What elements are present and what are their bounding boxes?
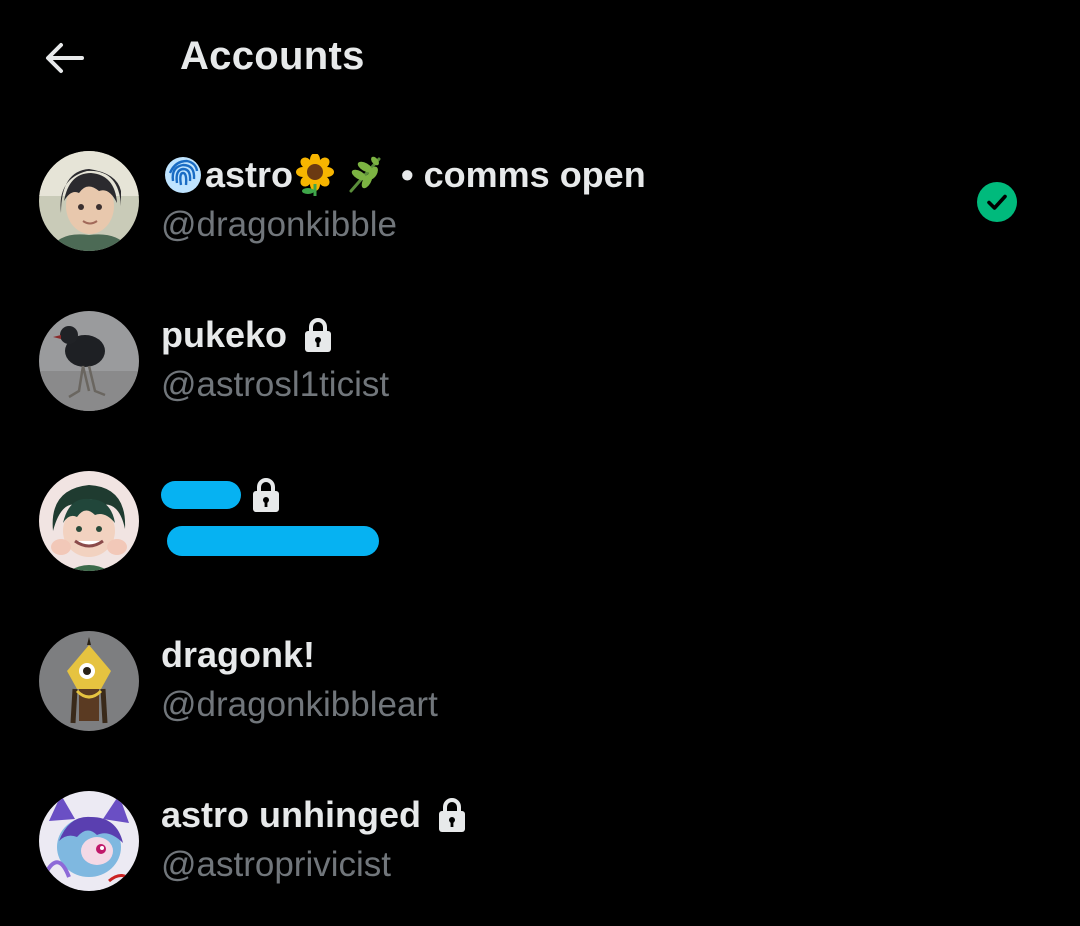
top-app-bar: Accounts bbox=[0, 0, 1080, 110]
sunflower-icon bbox=[293, 153, 337, 197]
display-name: astro bbox=[205, 154, 294, 195]
display-name-line: dragonk! bbox=[161, 630, 438, 680]
redacted-display-name bbox=[161, 473, 241, 517]
redacted-handle bbox=[161, 520, 391, 570]
display-name: astro unhinged bbox=[161, 794, 421, 835]
handle: @astroprivicist bbox=[161, 845, 392, 884]
account-row[interactable]: astro unhinged @astroprivicist bbox=[0, 760, 1080, 920]
redaction-mark bbox=[167, 526, 379, 556]
lock-icon bbox=[435, 795, 469, 835]
redaction-mark bbox=[161, 481, 241, 509]
display-name-line: astro unhinged bbox=[161, 790, 469, 840]
account-names: dragonk! @dragonkibbleart bbox=[161, 630, 438, 730]
arrow-left-icon bbox=[46, 43, 84, 73]
checkmark-icon bbox=[977, 182, 1017, 222]
avatar bbox=[39, 631, 139, 731]
herb-icon bbox=[343, 153, 387, 197]
display-name: dragonk! bbox=[161, 634, 316, 675]
avatar bbox=[39, 471, 139, 571]
handle: @dragonkibble bbox=[161, 205, 397, 244]
lock-icon bbox=[249, 475, 283, 515]
account-names bbox=[161, 470, 391, 570]
avatar bbox=[39, 791, 139, 891]
display-name: pukeko bbox=[161, 314, 288, 355]
display-name-suffix: comms open bbox=[423, 154, 646, 195]
account-row[interactable] bbox=[0, 440, 1080, 600]
account-names: pukeko @astrosl1ticist bbox=[161, 310, 389, 410]
account-row[interactable]: astro • comms open @dragonkibble bbox=[0, 120, 1080, 280]
handle: @astrosl1ticist bbox=[161, 365, 390, 404]
account-list: astro • comms open @dragonkibble pukeko … bbox=[0, 120, 1080, 920]
display-name-line: pukeko bbox=[161, 310, 389, 360]
lock-icon bbox=[301, 315, 335, 355]
display-name-line: astro • comms open bbox=[161, 150, 646, 200]
page-title: Accounts bbox=[180, 34, 365, 78]
account-row[interactable]: dragonk! @dragonkibbleart bbox=[0, 600, 1080, 760]
account-row[interactable]: pukeko @astrosl1ticist bbox=[0, 280, 1080, 440]
separator: • bbox=[401, 154, 414, 195]
back-button[interactable] bbox=[36, 30, 92, 86]
fingerprint-icon bbox=[161, 153, 205, 197]
display-name-line bbox=[161, 470, 391, 520]
account-names: astro unhinged @astroprivicist bbox=[161, 790, 469, 890]
handle: @dragonkibbleart bbox=[161, 685, 438, 724]
avatar bbox=[39, 151, 139, 251]
avatar bbox=[39, 311, 139, 411]
account-names: astro • comms open @dragonkibble bbox=[161, 150, 646, 250]
